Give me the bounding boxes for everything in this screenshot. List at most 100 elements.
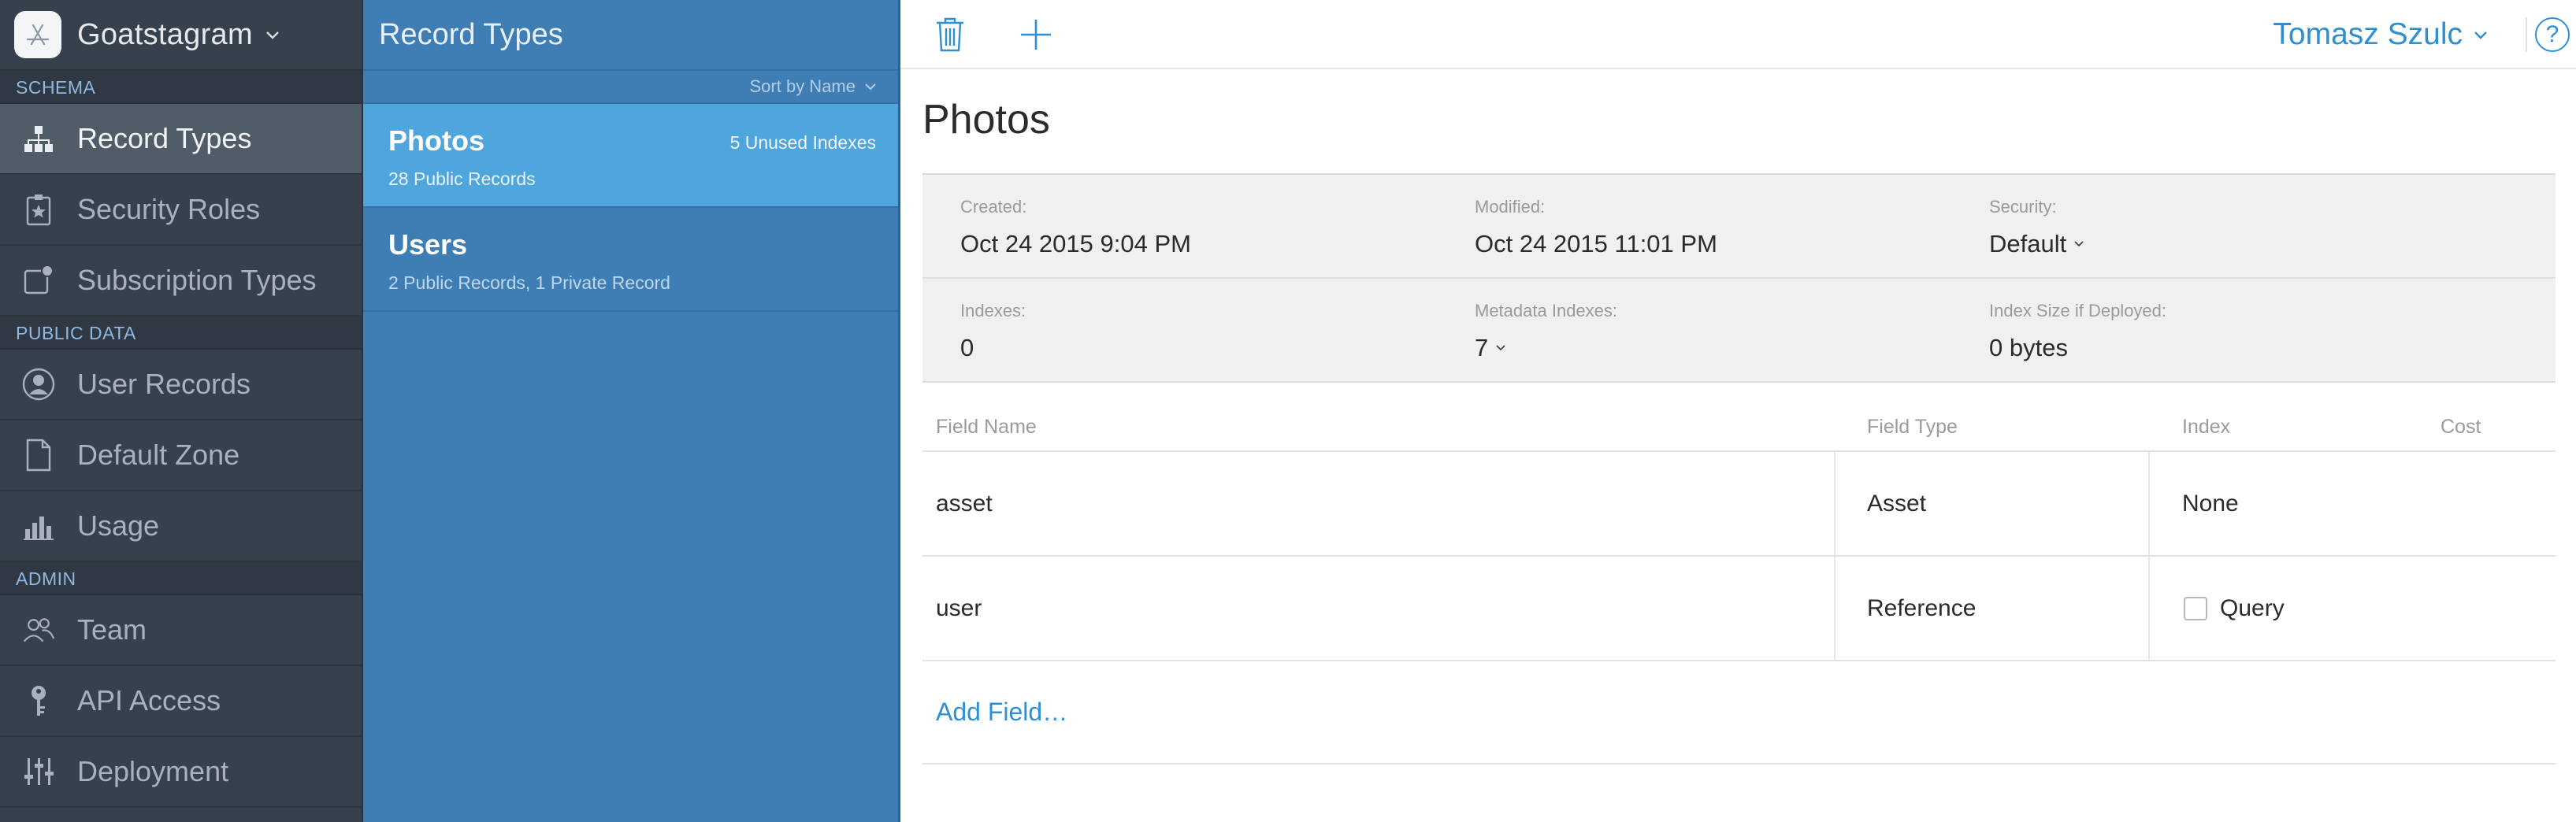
unused-indexes-badge: 5 Unused Indexes xyxy=(729,132,876,153)
indexes-label: Indexes: xyxy=(960,301,1026,320)
team-icon xyxy=(22,613,55,646)
sidebar-item-label: Security Roles xyxy=(77,193,261,225)
record-type-info: Created: Oct 24 2015 9:04 PM Modified: O… xyxy=(922,173,2556,383)
help-icon[interactable]: ? xyxy=(2535,17,2570,52)
metadata-indexes-info: Metadata Indexes: 7 xyxy=(1475,301,1617,362)
sidebar-item-security-roles[interactable]: Security Roles xyxy=(0,175,362,246)
record-type-count: 28 Public Records xyxy=(388,168,536,189)
hierarchy-icon xyxy=(22,122,55,155)
section-label-schema: SCHEMA xyxy=(0,71,362,104)
app-selector[interactable]: Goatstagram xyxy=(0,0,362,71)
chevron-down-icon xyxy=(1496,345,1505,351)
index-size-info: Index Size if Deployed: 0 bytes xyxy=(1989,301,2166,362)
indexes-value: 0 xyxy=(960,334,974,361)
column-divider xyxy=(2148,452,2150,555)
list-item-photos[interactable]: Photos 28 Public Records 5 Unused Indexe… xyxy=(363,104,898,208)
sidebar-item-label: Record Types xyxy=(77,122,252,154)
fields-table: Field Name Field Type Index Cost asset A… xyxy=(922,402,2556,765)
table-row[interactable]: user Reference Query xyxy=(922,557,2556,661)
section-label-admin: ADMIN xyxy=(0,562,362,595)
security-label: Security: xyxy=(1989,197,2057,217)
metadata-indexes-value: 7 xyxy=(1475,334,1489,361)
column-header-cost: Cost xyxy=(2441,416,2481,438)
badge-star-icon xyxy=(22,193,55,226)
user-icon xyxy=(22,368,55,401)
created-info: Created: Oct 24 2015 9:04 PM xyxy=(960,197,1191,258)
field-index: Query xyxy=(2220,594,2285,621)
sidebar-item-api-access[interactable]: API Access xyxy=(0,666,362,737)
add-icon[interactable] xyxy=(1019,17,1053,52)
metadata-indexes-label: Metadata Indexes: xyxy=(1475,301,1618,320)
chevron-down-icon xyxy=(865,83,876,91)
index-size-value: 0 bytes xyxy=(1989,334,2068,361)
sidebar-item-label: User Records xyxy=(77,368,251,400)
metadata-indexes-dropdown[interactable]: 7 xyxy=(1475,334,1617,362)
chevron-down-icon xyxy=(2474,31,2487,39)
field-index: None xyxy=(2182,490,2239,517)
query-checkbox[interactable] xyxy=(2184,596,2207,620)
toolbar-divider xyxy=(2526,17,2527,52)
list-item-users[interactable]: Users 2 Public Records, 1 Private Record xyxy=(363,208,898,312)
modified-value: Oct 24 2015 11:01 PM xyxy=(1475,230,1717,257)
chevron-down-icon xyxy=(2074,241,2084,247)
field-name: asset xyxy=(936,490,993,517)
page-title: Photos xyxy=(922,97,1050,143)
column-header-index: Index xyxy=(2182,416,2231,438)
key-icon xyxy=(22,684,55,717)
created-label: Created: xyxy=(960,197,1027,217)
sidebar-item-default-zone[interactable]: Default Zone xyxy=(0,420,362,491)
security-value: Default xyxy=(1989,230,2067,257)
add-field-row: Add Field… xyxy=(922,661,2556,765)
app-name: Goatstagram xyxy=(77,17,253,51)
column-divider xyxy=(2148,557,2150,660)
sort-label: Sort by Name xyxy=(749,76,856,96)
record-type-list: Record Types Sort by Name Photos 28 Publ… xyxy=(363,0,900,822)
section-label-public-data: PUBLIC DATA xyxy=(0,317,362,350)
account-menu[interactable]: Tomasz Szulc xyxy=(2273,0,2489,69)
list-header: Record Types xyxy=(363,0,898,71)
sidebar-item-record-types[interactable]: Record Types xyxy=(0,104,362,175)
column-header-field-type: Field Type xyxy=(1867,416,1958,438)
field-type: Reference xyxy=(1867,594,1977,621)
document-icon xyxy=(22,439,55,472)
column-divider xyxy=(1834,452,1835,555)
bar-chart-icon xyxy=(22,509,55,542)
app-store-icon xyxy=(14,11,61,58)
sidebar-item-subscription-types[interactable]: Subscription Types xyxy=(0,246,362,317)
info-row: Created: Oct 24 2015 9:04 PM Modified: O… xyxy=(922,175,2556,279)
sidebar-item-label: Usage xyxy=(77,509,160,542)
column-header-field-name: Field Name xyxy=(936,416,1037,438)
sliders-icon xyxy=(22,755,55,788)
sidebar-item-deployment[interactable]: Deployment xyxy=(0,737,362,808)
table-header: Field Name Field Type Index Cost xyxy=(922,402,2556,452)
trash-icon[interactable] xyxy=(934,16,967,54)
sidebar-item-usage[interactable]: Usage xyxy=(0,491,362,562)
sort-dropdown[interactable]: Sort by Name xyxy=(363,71,898,104)
query-index-toggle[interactable]: Query xyxy=(2184,557,2285,660)
add-field-link[interactable]: Add Field… xyxy=(936,661,1067,763)
field-type: Asset xyxy=(1867,490,1927,517)
toolbar: Tomasz Szulc ? xyxy=(900,0,2576,69)
cloudkit-dashboard: Goatstagram SCHEMA Record Types Security… xyxy=(0,0,2576,822)
record-type-count: 2 Public Records, 1 Private Record xyxy=(388,272,670,293)
created-value: Oct 24 2015 9:04 PM xyxy=(960,230,1191,257)
field-name: user xyxy=(936,594,982,621)
detail-pane: Tomasz Szulc ? Photos Created: Oct 24 20… xyxy=(900,0,2576,822)
modified-info: Modified: Oct 24 2015 11:01 PM xyxy=(1475,197,1717,258)
sidebar-item-label: Deployment xyxy=(77,755,229,787)
indexes-info: Indexes: 0 xyxy=(960,301,1026,362)
sidebar-item-label: API Access xyxy=(77,684,221,716)
column-divider xyxy=(1834,557,1835,660)
subscription-icon xyxy=(22,264,55,297)
list-title: Record Types xyxy=(379,17,563,51)
sidebar-item-label: Team xyxy=(77,613,147,646)
sidebar-item-label: Default Zone xyxy=(77,439,240,471)
sidebar: Goatstagram SCHEMA Record Types Security… xyxy=(0,0,363,822)
security-dropdown[interactable]: Default xyxy=(1989,230,2085,258)
sidebar-item-team[interactable]: Team xyxy=(0,595,362,666)
table-row[interactable]: asset Asset None xyxy=(922,452,2556,557)
user-name: Tomasz Szulc xyxy=(2273,17,2463,51)
modified-label: Modified: xyxy=(1475,197,1546,217)
chevron-down-icon xyxy=(266,31,279,39)
sidebar-item-user-records[interactable]: User Records xyxy=(0,350,362,420)
